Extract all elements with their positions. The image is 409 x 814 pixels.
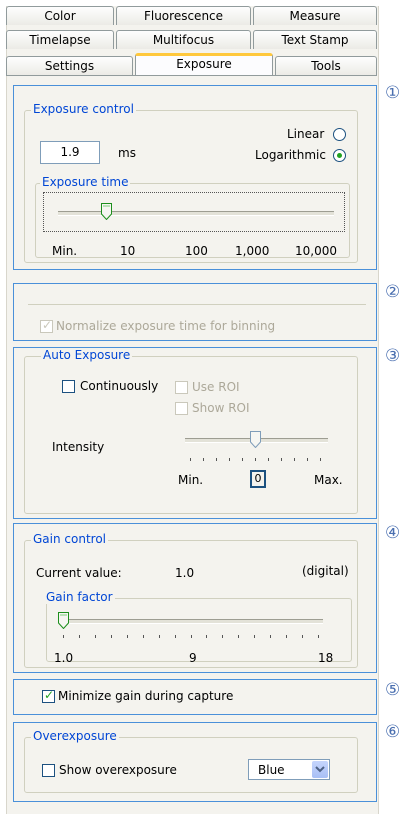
intensity-value-box: 0 — [250, 470, 266, 488]
tab-tools[interactable]: Tools — [275, 56, 377, 75]
callout-2: ② — [385, 282, 401, 302]
exposure-slider-thumb[interactable] — [101, 203, 112, 220]
slider-tick — [158, 635, 160, 638]
overexposure-color-select[interactable]: Blue — [248, 759, 330, 780]
slider-tick — [94, 635, 96, 638]
current-gain-value: 1.0 — [175, 566, 195, 580]
callout-5: ⑤ — [385, 680, 401, 700]
binning-divider — [28, 304, 366, 305]
slider-tick — [307, 458, 308, 461]
intensity-max-label: Max. — [314, 473, 343, 487]
slider-tick — [222, 635, 224, 638]
slider-tick — [142, 635, 144, 638]
gain-factor-title: Gain factor — [44, 590, 115, 604]
gain-control-title: Gain control — [31, 532, 109, 546]
slider-tick — [286, 635, 288, 638]
tab-text-stamp[interactable]: Text Stamp — [253, 30, 377, 49]
intensity-label: Intensity — [52, 440, 105, 454]
slider-tick — [255, 458, 256, 461]
linear-label: Linear — [287, 127, 325, 141]
check-mark-icon: ✓ — [42, 318, 53, 332]
slider-tick — [238, 635, 240, 638]
intensity-slider-thumb[interactable] — [250, 431, 261, 448]
slider-tick — [174, 635, 176, 638]
slider-tick — [126, 635, 128, 638]
tab-timelapse[interactable]: Timelapse — [6, 30, 114, 49]
slider-tick — [281, 458, 282, 461]
slider-tick — [320, 458, 321, 461]
check-mark-icon: ✓ — [44, 688, 55, 702]
callout-6: ⑥ — [385, 722, 401, 742]
continuously-label: Continuously — [80, 379, 159, 393]
gain-tick-min: 1.0 — [54, 651, 74, 665]
tab-baseline — [6, 75, 377, 76]
slider-tick — [302, 635, 304, 638]
overexposure-color-value: Blue — [258, 763, 285, 777]
tab-measure[interactable]: Measure — [253, 6, 377, 25]
slider-tick — [110, 635, 112, 638]
exposure-time-title: Exposure time — [40, 175, 131, 189]
slider-tick — [242, 458, 243, 461]
tab-exposure[interactable]: Exposure — [135, 53, 273, 75]
gain-slider-thumb[interactable] — [58, 612, 69, 629]
show-overexposure-label: Show overexposure — [59, 763, 177, 777]
slider-tick — [270, 635, 272, 638]
use-roi-label: Use ROI — [192, 380, 240, 394]
logarithmic-radio[interactable] — [333, 149, 346, 162]
show-roi-checkbox[interactable] — [175, 402, 188, 415]
exposure-tick-100: 100 — [185, 244, 208, 258]
continuously-checkbox[interactable] — [62, 380, 75, 393]
slider-tick — [190, 635, 192, 638]
callout-3: ③ — [385, 346, 401, 366]
minimize-gain-checkbox[interactable]: ✓ — [42, 688, 55, 703]
slider-tick — [206, 635, 208, 638]
normalize-binning-checkbox[interactable]: ✓ — [40, 318, 53, 333]
slider-tick — [216, 458, 217, 461]
logarithmic-label: Logarithmic — [255, 148, 326, 162]
use-roi-checkbox[interactable] — [175, 381, 188, 394]
gain-tick-max: 18 — [318, 651, 334, 665]
tab-color[interactable]: Color — [6, 6, 114, 25]
exposure-tick-10: 10 — [120, 244, 136, 258]
slider-tick — [229, 458, 230, 461]
tab-multifocus[interactable]: Multifocus — [116, 30, 251, 49]
current-value-label: Current value: — [36, 566, 122, 580]
dropdown-arrow-icon[interactable] — [312, 761, 328, 778]
gain-slider-track — [58, 619, 323, 624]
overexposure-title: Overexposure — [31, 729, 119, 743]
linear-radio[interactable] — [333, 128, 346, 141]
exposure-tick-min: Min. — [52, 244, 78, 258]
callout-1: ① — [385, 83, 401, 103]
exposure-unit: ms — [118, 146, 136, 160]
gain-type-label: (digital) — [302, 564, 349, 578]
slider-tick — [63, 635, 64, 638]
slider-tick — [318, 635, 319, 638]
slider-tick — [203, 458, 204, 461]
gain-tick-mid: 9 — [189, 651, 197, 665]
slider-tick — [78, 635, 80, 638]
radio-selected-dot — [337, 153, 342, 158]
slider-tick — [190, 458, 191, 461]
slider-tick — [254, 635, 256, 638]
minimize-gain-label: Minimize gain during capture — [58, 689, 234, 703]
show-overexposure-checkbox[interactable] — [42, 764, 55, 777]
exposure-tick-1000: 1,000 — [235, 244, 270, 258]
auto-exposure-title: Auto Exposure — [41, 348, 133, 362]
callout-4: ④ — [385, 523, 401, 543]
tab-settings[interactable]: Settings — [6, 56, 133, 75]
slider-tick — [294, 458, 295, 461]
show-roi-label: Show ROI — [192, 401, 250, 415]
tab-fluorescence[interactable]: Fluorescence — [116, 6, 251, 25]
exposure-tick-10000: 10,000 — [295, 244, 337, 258]
exposure-slider-track — [58, 211, 334, 216]
gain-factor-group — [46, 598, 352, 662]
slider-tick — [268, 458, 269, 461]
exposure-control-title: Exposure control — [31, 102, 136, 116]
exposure-value-input[interactable]: 1.9 — [40, 141, 100, 164]
normalize-binning-label: Normalize exposure time for binning — [56, 319, 276, 333]
intensity-min-label: Min. — [178, 473, 204, 487]
